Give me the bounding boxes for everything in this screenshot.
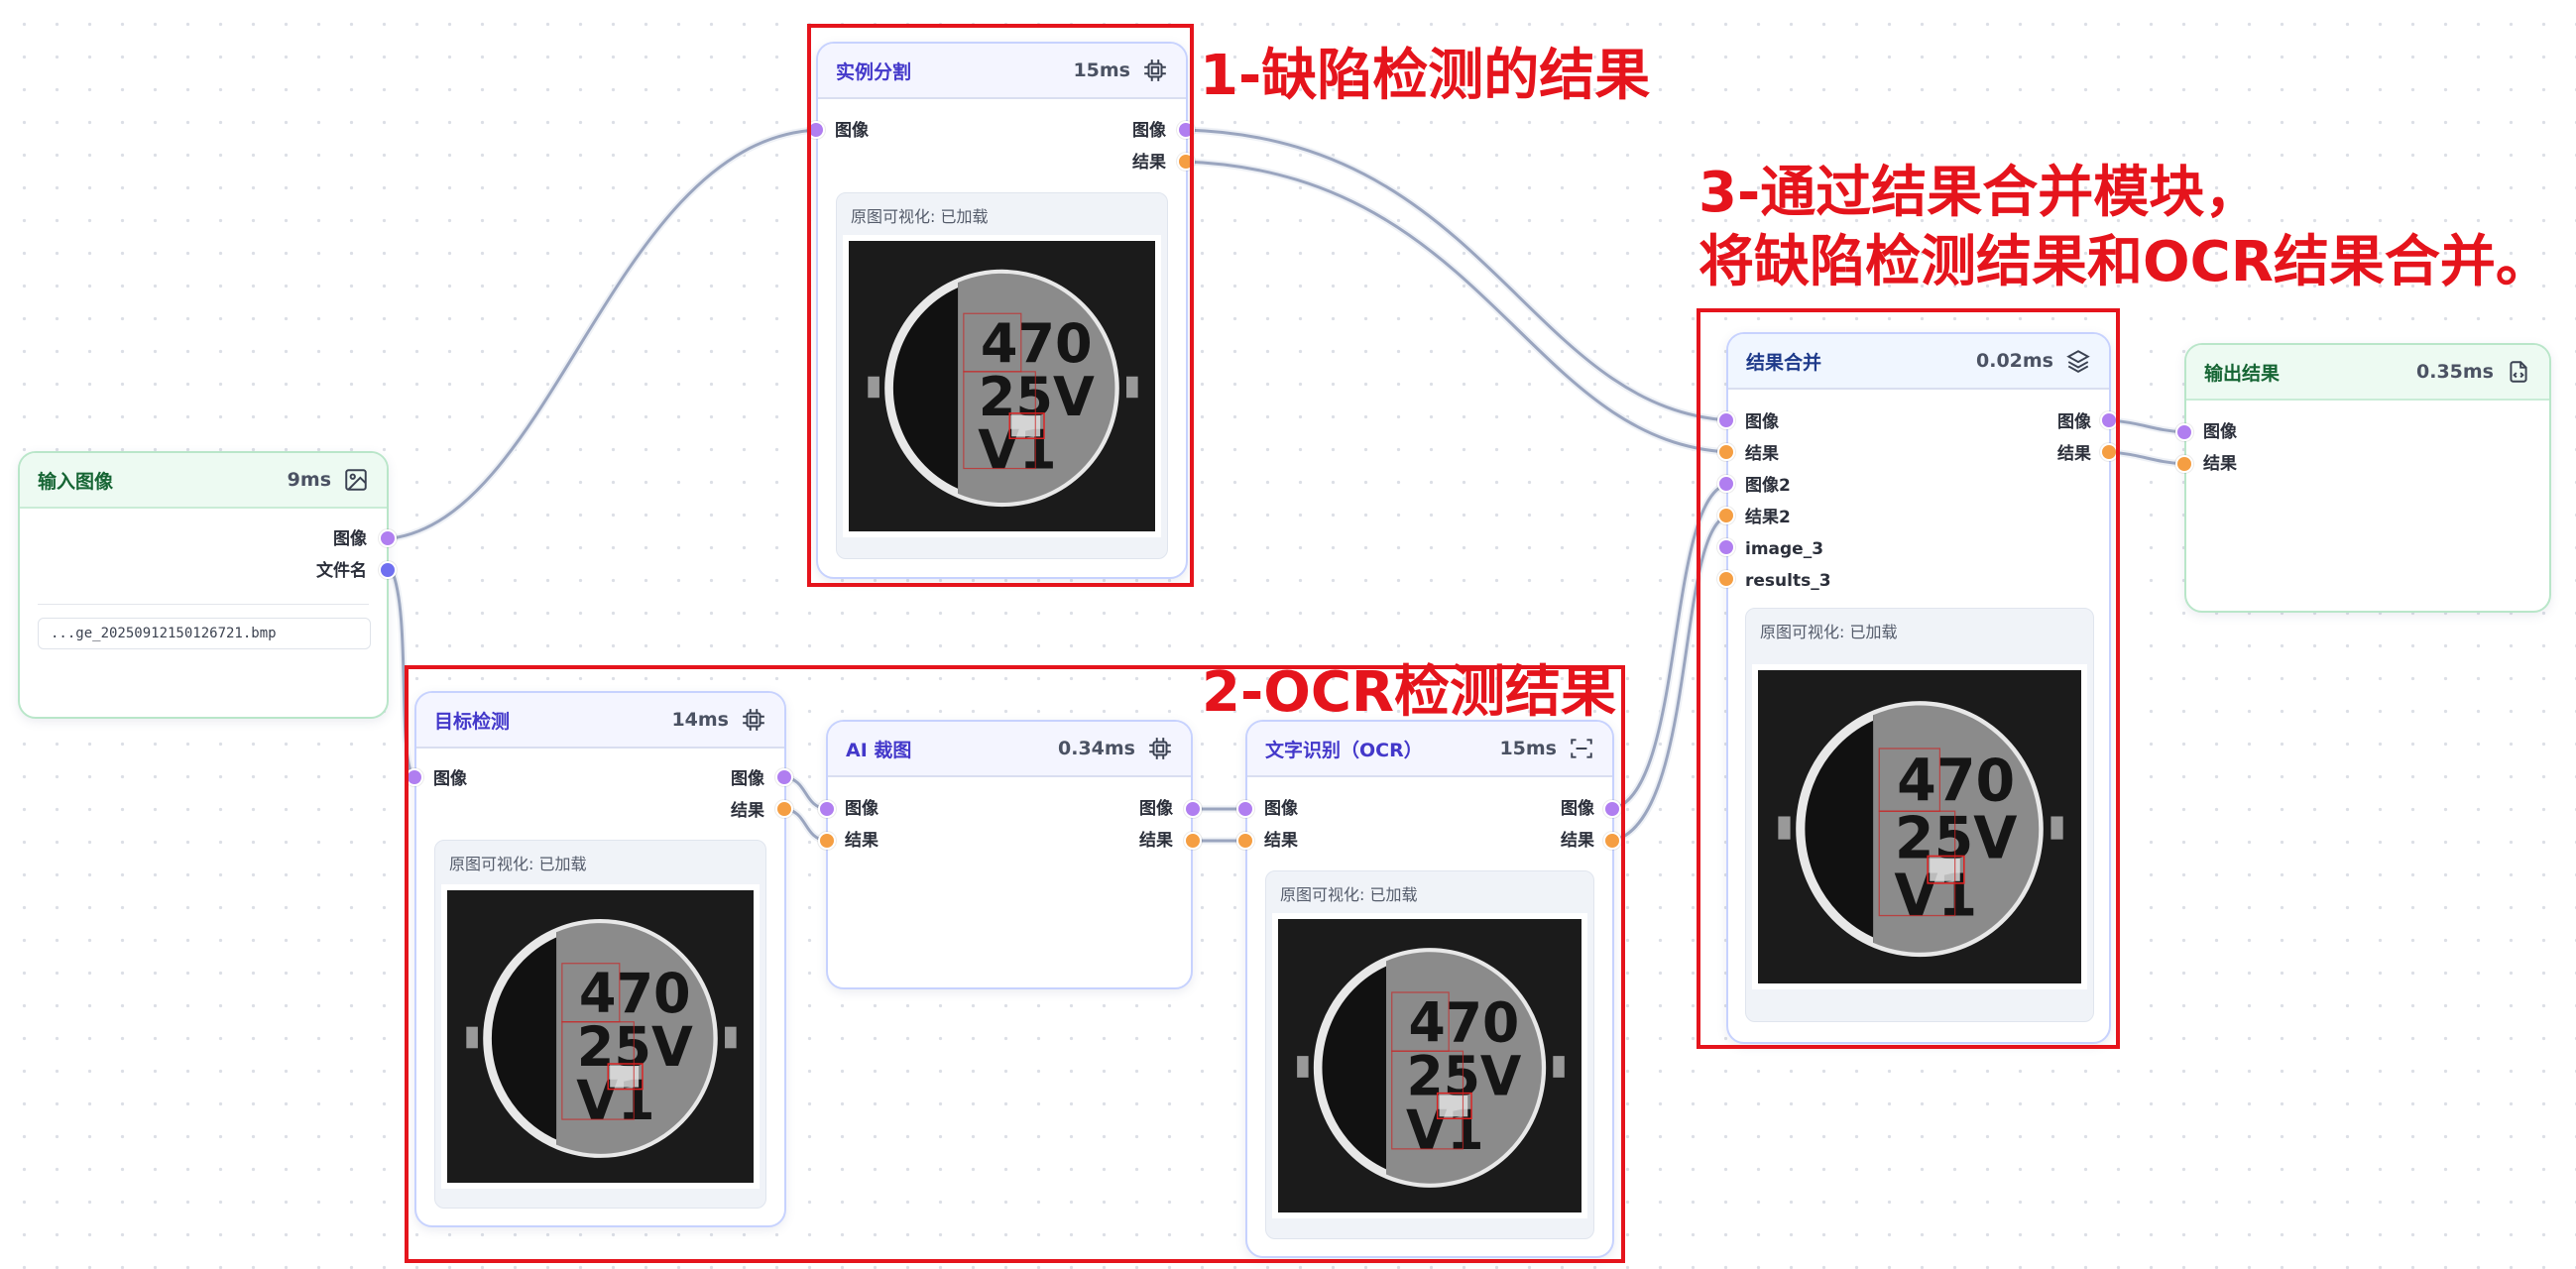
output-port-filename[interactable] <box>379 561 397 579</box>
edge-instance-seg-result-to-merge[interactable] <box>1182 158 1732 456</box>
output-label-image: 图像 <box>333 529 367 549</box>
edge-input-to-instance-seg[interactable] <box>388 126 822 542</box>
input-port-result[interactable] <box>2175 455 2193 473</box>
node-header[interactable]: 输入图像 9ms <box>20 453 387 509</box>
node-title: 输入图像 <box>38 470 114 493</box>
file-icon <box>2510 361 2527 383</box>
node-output-result[interactable]: 输出结果 0.35ms 图像 结果 <box>2184 343 2551 613</box>
annotation-3-line1: 3-通过结果合并模块， <box>1698 161 2261 225</box>
input-label-image: 图像 <box>2203 422 2237 442</box>
annotation-box-1 <box>807 24 1194 587</box>
edge-merge-image-to-output[interactable] <box>2105 416 2188 436</box>
output-label-filename: 文件名 <box>316 561 367 581</box>
node-input-image[interactable]: 输入图像 9ms 图像 文件名 ...ge_20250912150126721.… <box>18 451 389 719</box>
input-port-image[interactable] <box>2175 423 2193 441</box>
divider <box>38 604 369 605</box>
annotation-1-text: 1-缺陷检测的结果 <box>1200 44 1651 108</box>
node-header[interactable]: 输出结果 0.35ms <box>2186 345 2549 401</box>
filename-field[interactable]: ...ge_20250912150126721.bmp <box>38 618 371 649</box>
node-time: 0.35ms <box>2416 361 2494 383</box>
edge-merge-result-to-output[interactable] <box>2105 448 2188 468</box>
annotation-3-line2: 将缺陷检测结果和OCR结果合并。 <box>1698 230 2551 294</box>
annotation-box-2 <box>405 665 1625 1263</box>
image-icon <box>345 469 367 491</box>
node-time: 9ms <box>287 469 331 491</box>
node-title: 输出结果 <box>2204 362 2281 385</box>
edge-instance-seg-image-to-merge[interactable] <box>1182 126 1732 424</box>
annotation-box-3 <box>1697 308 2120 1049</box>
output-port-image[interactable] <box>379 529 397 547</box>
input-label-result: 结果 <box>2203 454 2237 474</box>
annotation-2-text: 2-OCR检测结果 <box>1202 660 1617 725</box>
